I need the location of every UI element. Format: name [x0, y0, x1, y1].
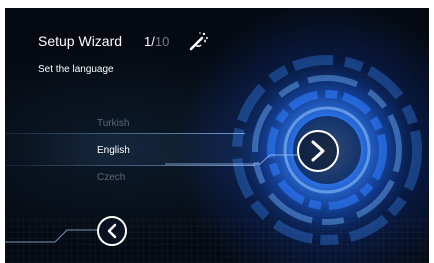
step-counter: 1/10: [144, 33, 170, 49]
page-title: Setup Wizard: [38, 33, 123, 49]
chevron-left-icon: [107, 223, 117, 239]
divider-line: [5, 133, 245, 134]
wizard-screen: Setup Wizard 1/10 Set the language Turki…: [5, 8, 429, 263]
language-option-english[interactable]: English: [97, 145, 130, 156]
language-option-czech[interactable]: Czech: [97, 172, 125, 183]
language-option-turkish[interactable]: Turkish: [97, 118, 129, 129]
connector-line: [5, 229, 97, 243]
connector-line: [165, 154, 297, 165]
header: Setup Wizard 1/10: [38, 30, 209, 52]
magic-wand-icon: [190, 32, 209, 51]
back-button[interactable]: [97, 216, 127, 246]
chevron-right-icon: [311, 140, 325, 162]
next-button[interactable]: [297, 130, 339, 172]
page-subtitle: Set the language: [38, 64, 114, 75]
